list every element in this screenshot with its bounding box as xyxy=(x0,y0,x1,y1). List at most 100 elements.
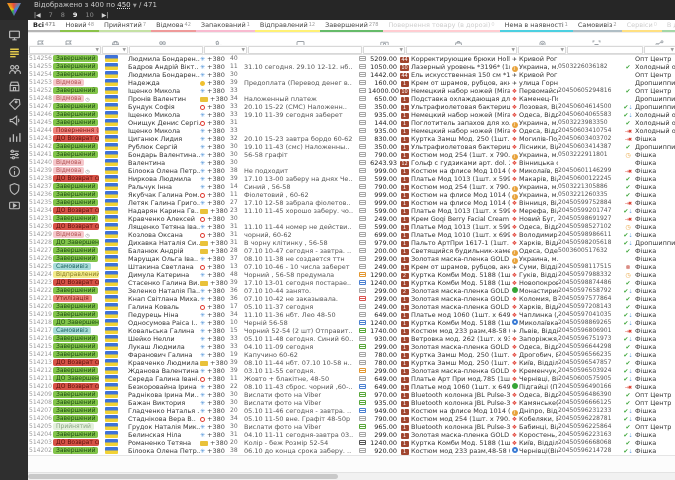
order-status[interactable]: Завершений xyxy=(52,303,100,311)
ttn-number[interactable]: 20450597658792 xyxy=(558,287,622,295)
order-id[interactable]: 514213 xyxy=(28,359,52,367)
order-status[interactable]: ДО Возврат ск.. xyxy=(52,359,100,367)
order-id[interactable]: 514253 xyxy=(28,79,52,87)
order-id[interactable]: 514238 xyxy=(28,175,52,183)
order-status[interactable]: Завершений xyxy=(52,343,100,351)
status-badge[interactable]: Завершений xyxy=(53,63,98,70)
phone-cell[interactable]: +380 xyxy=(200,391,230,399)
order-id[interactable]: 514229 xyxy=(28,231,52,239)
ttn-number[interactable]: 20450598205618 xyxy=(558,239,622,247)
phone-cell[interactable]: +380 xyxy=(200,95,230,103)
phone-cell[interactable]: +380 xyxy=(200,127,230,135)
status-badge[interactable]: Завершений xyxy=(53,143,98,150)
order-id[interactable]: 514252 xyxy=(28,87,52,95)
order-status[interactable]: Завершений xyxy=(52,431,100,439)
phone-cell[interactable]: +380 xyxy=(200,327,230,335)
column-filter-input[interactable]: ▼ xyxy=(644,46,675,54)
status-badge[interactable]: Завершений xyxy=(53,215,98,222)
ttn-number[interactable]: 20450596228781 xyxy=(558,415,622,423)
order-id[interactable]: 514242 xyxy=(28,143,52,151)
phone-cell[interactable]: +380 xyxy=(200,231,230,239)
ttn-number[interactable]: 20450597577864 xyxy=(558,295,622,303)
status-badge[interactable]: Завершений xyxy=(53,431,98,438)
phone-cell[interactable]: +380 xyxy=(200,383,230,391)
status-badge[interactable]: ДО Возврат ск.. xyxy=(53,359,99,366)
tab-Повернення товару (в дорозі)[interactable]: Повернення товару (в дорозі)0 xyxy=(383,20,499,32)
order-status[interactable]: ДО Возврат ск.. xyxy=(52,175,100,183)
order-status[interactable]: Відмова xyxy=(52,79,100,87)
status-badge[interactable]: ДО Завершено xyxy=(53,375,99,382)
order-status[interactable]: ДО Возврат ск.. xyxy=(52,135,100,143)
phone-cell[interactable]: +380 xyxy=(200,263,230,271)
ttn-number[interactable]: 5003600517632 xyxy=(558,247,622,255)
ttn-number[interactable]: 20450596214728 xyxy=(558,447,622,455)
sidebar-item-info-icon[interactable] xyxy=(0,163,28,180)
phone-cell[interactable]: +380 xyxy=(200,79,230,87)
status-badge[interactable]: Завершений xyxy=(53,447,98,454)
status-badge[interactable]: Відмова xyxy=(53,231,84,238)
phone-cell[interactable]: +380 xyxy=(200,423,230,431)
ttn-number[interactable]: 20450598986611 xyxy=(558,231,622,239)
status-badge[interactable]: Самовивіз xyxy=(53,263,91,270)
ttn-number[interactable]: 0503221305886 xyxy=(558,183,622,191)
page-number-9[interactable]: 9 xyxy=(73,11,78,19)
order-id[interactable]: 514255 xyxy=(28,63,52,71)
phone-cell[interactable]: +380 xyxy=(200,71,230,79)
phone-cell[interactable]: +380 xyxy=(200,279,230,287)
ttn-number[interactable]: 20450604614500 xyxy=(558,103,622,111)
order-id[interactable]: 514240 xyxy=(28,159,52,167)
status-badge[interactable]: Відправлений xyxy=(53,271,99,278)
column-filter-input[interactable]: ▼ xyxy=(102,46,128,54)
order-id[interactable]: 514239 xyxy=(28,167,52,175)
ttn-number[interactable]: 20450596666125 xyxy=(558,399,622,407)
column-filter-input[interactable] xyxy=(248,46,362,54)
column-filter-input[interactable]: ▼ xyxy=(518,46,566,54)
status-badge[interactable]: Завершений xyxy=(53,415,98,422)
phone-cell[interactable]: +380 xyxy=(200,415,230,423)
phone-cell[interactable]: +380 xyxy=(200,439,230,447)
phone-cell[interactable]: +380 xyxy=(200,247,230,255)
status-badge[interactable]: Відмова xyxy=(53,95,84,102)
last-page-button[interactable]: ▶| xyxy=(102,12,109,19)
order-status[interactable]: Завершений xyxy=(52,63,100,71)
order-id[interactable]: 514224 xyxy=(28,271,52,279)
order-status[interactable]: ДО Возврат ск.. xyxy=(52,383,100,391)
app-logo-icon[interactable] xyxy=(7,3,21,16)
order-status[interactable]: Завершений xyxy=(52,367,100,375)
ttn-number[interactable]: 20450596223163 xyxy=(558,431,622,439)
status-badge[interactable]: Завершений xyxy=(53,343,98,350)
order-id[interactable]: 514254 xyxy=(28,71,52,79)
status-badge[interactable]: Завершений xyxy=(53,287,98,294)
first-page-button[interactable]: |◀ xyxy=(34,12,41,19)
ttn-number[interactable]: 0503221260335 xyxy=(558,191,622,199)
ttn-number[interactable]: 20450596806901 xyxy=(558,327,622,335)
status-badge[interactable]: Повернення (з.. xyxy=(53,127,99,134)
status-badge[interactable]: ДО Возврат ск.. xyxy=(53,135,99,142)
order-status[interactable]: Завершений xyxy=(52,407,100,415)
phone-cell[interactable]: +380 xyxy=(200,431,230,439)
phone-cell[interactable]: +380 xyxy=(200,151,230,159)
order-status[interactable]: Завершений xyxy=(52,247,100,255)
status-badge[interactable]: Завершений xyxy=(53,351,98,358)
phone-cell[interactable]: +380 xyxy=(200,343,230,351)
status-badge[interactable]: Відмова xyxy=(53,167,84,174)
tab-Новий[interactable]: Новий48 xyxy=(60,20,99,32)
column-filter-input[interactable] xyxy=(129,46,203,54)
sidebar-item-sales-icon[interactable] xyxy=(0,95,28,112)
order-id[interactable]: 514209 xyxy=(28,391,52,399)
status-badge[interactable]: Завершений xyxy=(53,335,98,342)
phone-cell[interactable]: +380 xyxy=(200,119,230,127)
order-id[interactable]: 514248 xyxy=(28,95,52,103)
ttn-number[interactable]: 20450601146299 xyxy=(558,167,622,175)
status-badge[interactable]: Завершений xyxy=(53,399,98,406)
phone-cell[interactable]: +380 xyxy=(200,367,230,375)
ttn-number[interactable]: 0503223983350 xyxy=(558,119,622,127)
status-badge[interactable]: Прийнятий xyxy=(53,423,94,430)
status-badge[interactable]: Завершений xyxy=(53,311,98,318)
order-status[interactable]: ДО Возврат ск.. xyxy=(52,279,100,287)
order-id[interactable]: 514246 xyxy=(28,111,52,119)
order-id[interactable]: 514230 xyxy=(28,223,52,231)
order-status[interactable]: Завершений xyxy=(52,199,100,207)
ttn-number[interactable]: 20450603410754 xyxy=(558,127,622,135)
tab-Відправлений[interactable]: Відправлений12 xyxy=(255,20,320,32)
